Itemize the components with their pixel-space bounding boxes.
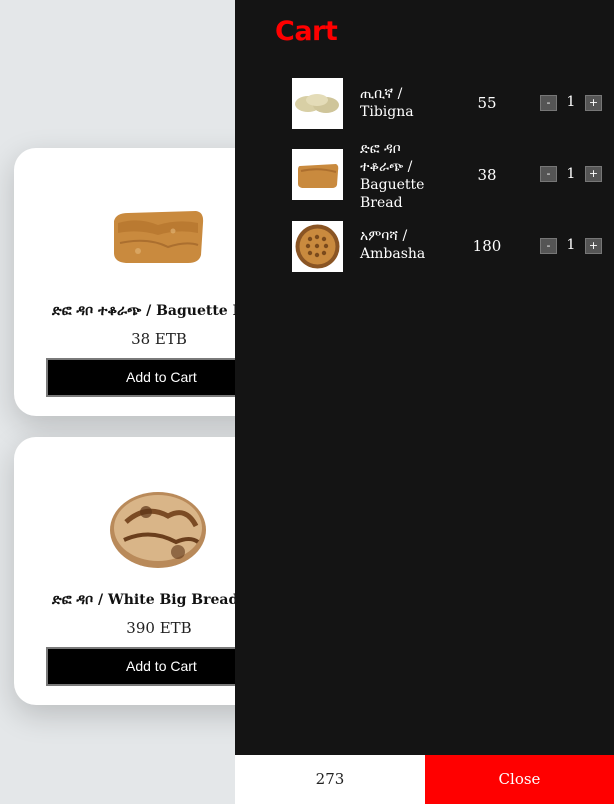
quantity-value: 1 [566, 237, 576, 253]
ambasha-image [292, 221, 343, 272]
close-cart-button[interactable]: Close [425, 755, 614, 804]
baguette-bread-image [292, 149, 343, 200]
quantity-value: 1 [566, 94, 576, 110]
cart-item-price: 180 [472, 237, 502, 255]
product-price: 390 ETB [126, 619, 192, 637]
decrease-quantity-button[interactable]: - [540, 238, 557, 254]
decrease-quantity-button[interactable]: - [540, 166, 557, 182]
increase-quantity-button[interactable]: + [585, 166, 602, 182]
quantity-value: 1 [566, 166, 576, 182]
tibigna-image [292, 78, 343, 129]
cart-item-price: 55 [477, 94, 497, 112]
cart-title: Cart [275, 16, 338, 47]
decrease-quantity-button[interactable]: - [540, 95, 557, 111]
white-big-bread-image [110, 492, 206, 568]
cart-item-name: ጢቢኛ / Tibigna [360, 86, 414, 120]
product-price: 38 ETB [131, 330, 187, 348]
baguette-bread-image [114, 211, 204, 263]
cart-item-price: 38 [477, 166, 497, 184]
cart-item-name: አምባሻ / Ambasha [360, 228, 426, 262]
increase-quantity-button[interactable]: + [585, 95, 602, 111]
cart-footer: 273 Close [235, 755, 614, 804]
cart-total: 273 [235, 755, 425, 804]
cart-item-name: ድፎ ዳቦ ተቆራጭ / Baguette Bread [360, 141, 425, 211]
cart-panel: Cart ጢቢኛ / Tibigna 55 - 1 + ድፎ ዳቦ ተቆራጭ /… [235, 0, 614, 804]
increase-quantity-button[interactable]: + [585, 238, 602, 254]
